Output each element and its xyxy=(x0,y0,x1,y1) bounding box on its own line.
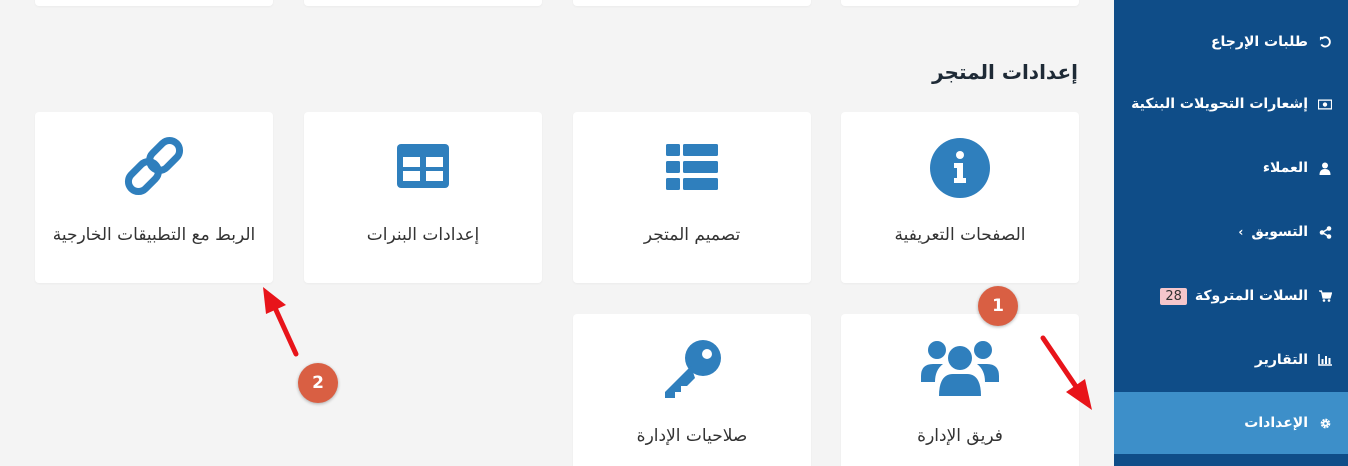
arrow-to-external-apps xyxy=(263,287,299,357)
annotation-arrows xyxy=(263,287,1092,410)
arrow-to-settings xyxy=(1040,335,1092,410)
